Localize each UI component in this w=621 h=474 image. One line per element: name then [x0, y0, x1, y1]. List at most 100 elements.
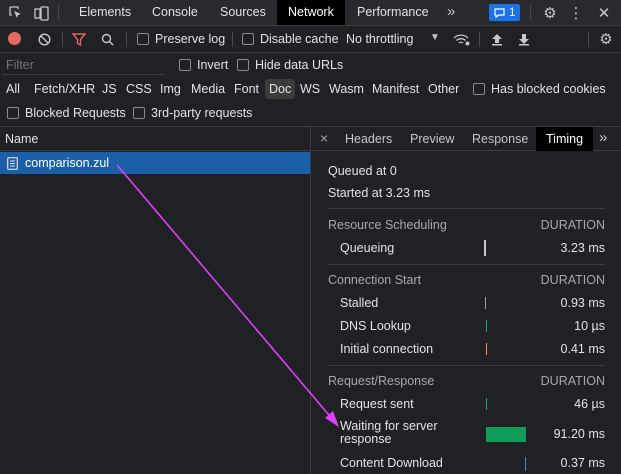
type-filter-other[interactable]: Other: [424, 79, 463, 99]
queued-at: Queued at 0: [328, 164, 397, 178]
tab-timing[interactable]: Timing: [536, 127, 594, 151]
close-icon[interactable]: ✕: [594, 3, 614, 23]
timing-label: Content Download: [340, 456, 443, 470]
clear-icon[interactable]: [35, 30, 53, 48]
type-filter-fetch-xhr[interactable]: Fetch/XHR: [30, 79, 99, 99]
table-row[interactable]: comparison.zul: [0, 152, 310, 174]
wifi-settings-icon[interactable]: [451, 30, 471, 48]
request-list: Name comparison.zul: [0, 127, 311, 474]
separator: [126, 32, 127, 47]
timing-value: 0.41 ms: [560, 342, 605, 356]
type-filter-font[interactable]: Font: [230, 79, 263, 99]
timing-label: Waiting for server response: [340, 419, 438, 446]
section-title: Request/Response: [328, 374, 435, 388]
separator: [58, 5, 59, 20]
timing-bar: [486, 427, 526, 442]
timing-panel: Queued at 0 Started at 3.23 ms Resource …: [312, 151, 621, 474]
timing-bar: [485, 297, 486, 309]
hide-data-urls-label: Hide data URLs: [255, 58, 344, 72]
divider: [328, 208, 605, 209]
tab-preview[interactable]: Preview: [400, 127, 464, 151]
filter-input[interactable]: [2, 55, 165, 75]
timing-value: 0.37 ms: [560, 456, 605, 470]
tab-sources[interactable]: Sources: [209, 0, 277, 25]
request-detail-pane: × Headers Preview Response Timing » Queu…: [312, 127, 621, 474]
type-filter-manifest[interactable]: Manifest: [368, 79, 423, 99]
tab-network[interactable]: Network: [277, 0, 345, 25]
tab-performance[interactable]: Performance: [346, 0, 440, 25]
type-filter-all[interactable]: All: [2, 79, 24, 99]
hide-data-urls-checkbox[interactable]: [237, 59, 249, 71]
section-title: Resource Scheduling: [328, 218, 447, 232]
gear-icon[interactable]: ⚙: [540, 3, 560, 23]
throttling-select[interactable]: No throttling: [346, 32, 413, 46]
preserve-log-checkbox[interactable]: [137, 33, 149, 45]
duration-header: DURATION: [540, 374, 605, 388]
disable-cache-label: Disable cache: [260, 32, 339, 46]
timing-value: 0.93 ms: [560, 296, 605, 310]
type-filter-doc[interactable]: Doc: [265, 79, 296, 99]
network-toolbar: Preserve log Disable cache No throttling…: [0, 26, 621, 52]
search-icon[interactable]: [98, 30, 116, 48]
blocked-requests-label: Blocked Requests: [25, 106, 126, 120]
close-icon[interactable]: ×: [320, 130, 328, 146]
more-tabs-chevron-icon[interactable]: »: [447, 0, 455, 25]
record-icon[interactable]: [8, 32, 21, 45]
timing-value: 46 µs: [574, 397, 605, 411]
type-filter-ws[interactable]: WS: [296, 79, 324, 99]
preserve-log-label: Preserve log: [155, 32, 226, 46]
type-filter-img[interactable]: Img: [156, 79, 185, 99]
disable-cache-checkbox[interactable]: [242, 33, 254, 45]
separator: [530, 5, 531, 20]
timing-bar: [486, 343, 487, 355]
started-at: Started at 3.23 ms: [328, 186, 431, 200]
third-party-requests-checkbox[interactable]: [133, 107, 145, 119]
device-toolbar-icon[interactable]: [31, 3, 51, 23]
timing-label: Initial connection: [340, 342, 434, 356]
column-header-name[interactable]: Name: [5, 132, 38, 146]
invert-checkbox[interactable]: [179, 59, 191, 71]
more-tabs-chevron-icon[interactable]: »: [599, 129, 607, 146]
tab-headers[interactable]: Headers: [335, 127, 402, 151]
request-name: comparison.zul: [25, 156, 110, 170]
type-filter-media[interactable]: Media: [187, 79, 229, 99]
timing-bar: [486, 320, 487, 332]
blocked-requests-checkbox[interactable]: [7, 107, 19, 119]
has-blocked-cookies-checkbox[interactable]: [473, 83, 485, 95]
timing-value: 91.20 ms: [553, 427, 605, 441]
issues-icon: [494, 7, 505, 18]
invert-label: Invert: [197, 58, 229, 72]
timing-label: DNS Lookup: [340, 319, 411, 333]
blocked-filters: Blocked Requests 3rd-party requests: [0, 101, 621, 125]
tab-response[interactable]: Response: [462, 127, 538, 151]
has-blocked-cookies-label: Has blocked cookies: [491, 82, 606, 96]
timing-label: Queueing: [340, 241, 395, 255]
detail-tab-bar: × Headers Preview Response Timing »: [312, 127, 621, 151]
separator: [62, 32, 63, 47]
timing-bar: [484, 240, 486, 256]
timing-bar: [525, 457, 526, 471]
type-filter-css[interactable]: CSS: [122, 79, 156, 99]
filter-bar: Invert Hide data URLs: [0, 53, 621, 77]
type-filter-js[interactable]: JS: [98, 79, 121, 99]
issues-badge[interactable]: 1: [489, 4, 521, 21]
duration-header: DURATION: [540, 218, 605, 232]
issues-count: 1: [509, 6, 516, 19]
download-icon[interactable]: [515, 30, 533, 48]
chevron-down-icon[interactable]: ▼: [430, 32, 440, 43]
upload-icon[interactable]: [488, 30, 506, 48]
tab-elements[interactable]: Elements: [68, 0, 142, 25]
timing-value: 3.23 ms: [560, 241, 605, 255]
divider: [328, 365, 605, 366]
tab-console[interactable]: Console: [141, 0, 209, 25]
type-filter-wasm[interactable]: Wasm: [325, 79, 368, 99]
third-party-requests-label: 3rd-party requests: [151, 106, 253, 120]
resource-type-filters: All Fetch/XHR JS CSS Img Media Font Doc …: [0, 77, 621, 101]
separator: [232, 32, 233, 47]
inspect-icon[interactable]: [6, 3, 26, 23]
filter-icon[interactable]: [70, 30, 88, 48]
kebab-menu-icon[interactable]: ⋮: [566, 3, 586, 23]
section-title: Connection Start: [328, 273, 422, 287]
gear-icon[interactable]: ⚙: [596, 29, 616, 49]
timing-label: Request sent: [340, 397, 414, 411]
